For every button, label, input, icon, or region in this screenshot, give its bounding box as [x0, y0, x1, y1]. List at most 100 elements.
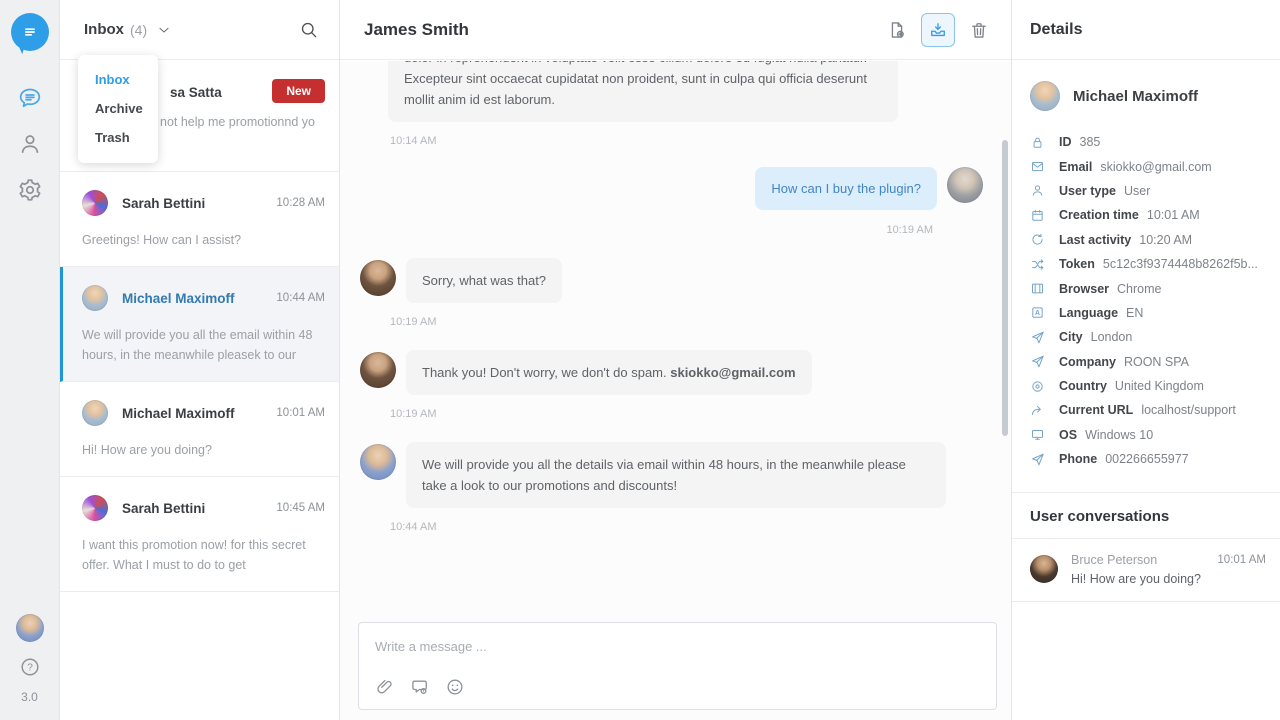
message-row-incoming: Thank you! Don't worry, we don't do spam…	[360, 350, 1011, 395]
message-email: skiokko@gmail.com	[670, 365, 795, 380]
saved-replies-icon[interactable]	[410, 677, 430, 697]
app-logo-icon	[11, 13, 49, 51]
conversation-time: 10:01 AM	[276, 407, 325, 419]
emoji-icon[interactable]	[445, 677, 465, 697]
conversation-name: Sarah Bettini	[122, 196, 205, 211]
user-icon	[17, 131, 43, 157]
attachment-icon[interactable]	[375, 677, 395, 697]
avatar	[82, 495, 108, 521]
user-detail-fields: ID385 Emailskiokko@gmail.com User typeUs…	[1012, 111, 1280, 471]
field-os: OSWindows 10	[1030, 423, 1270, 447]
scrollbar-thumb[interactable]	[1002, 140, 1008, 436]
profile-name: Michael Maximoff	[1073, 88, 1198, 105]
message-bubble: We will provide you all the details via …	[406, 442, 946, 508]
nav-contacts[interactable]	[17, 131, 43, 157]
send-icon	[1030, 354, 1045, 369]
message-bubble: Thank you! Don't worry, we don't do spam…	[406, 350, 812, 395]
field-value: 002266655977	[1105, 452, 1188, 466]
conversation-snippet: Hi! How are you doing?	[1071, 572, 1266, 586]
avatar	[1030, 81, 1060, 111]
details-panel: Details Michael Maximoff ID385 Email skio…	[1012, 0, 1280, 720]
field-value: User	[1124, 184, 1150, 198]
composer-toolbar	[375, 677, 465, 697]
current-agent-avatar[interactable]	[16, 614, 44, 642]
field-label: Phone	[1059, 452, 1097, 466]
message-time: 10:19 AM	[390, 316, 1011, 328]
message-row-outgoing: How can I buy the plugin?	[340, 167, 1011, 210]
user-conversation-item[interactable]: Bruce Peterson 10:01 AM Hi! How are you …	[1012, 539, 1280, 602]
avatar	[947, 167, 983, 203]
field-browser: BrowserChrome	[1030, 276, 1270, 300]
field-label: ID	[1059, 135, 1072, 149]
conversation-time: 10:28 AM	[276, 197, 325, 209]
chat-panel: James Smith dolor in reprehenderit in vo…	[340, 0, 1012, 720]
conversation-snippet: not help me promotionnd yo	[160, 115, 315, 129]
field-email: Email skiokko@gmail.com	[1030, 154, 1270, 178]
conversations-panel: Inbox (4) Inbox Archive Trash sa Satta N…	[60, 0, 340, 720]
conversation-name: Michael Maximoff	[122, 291, 235, 306]
search-icon[interactable]	[299, 20, 319, 40]
field-company: CompanyROON SPA	[1030, 350, 1270, 374]
message-input[interactable]	[359, 623, 996, 654]
folder-dropdown-menu: Inbox Archive Trash	[78, 55, 158, 163]
field-label: Current URL	[1059, 403, 1133, 417]
gear-icon	[17, 177, 43, 203]
conversation-time: 10:01 AM	[1217, 554, 1266, 566]
field-value: localhost/support	[1141, 403, 1236, 417]
mail-icon	[1030, 159, 1045, 174]
field-label: Email	[1059, 160, 1092, 174]
conversation-name: Sarah Bettini	[122, 501, 205, 516]
user-profile: Michael Maximoff	[1012, 60, 1280, 111]
conversation-list-item[interactable]: Michael Maximoff 10:01 AM Hi! How are yo…	[60, 382, 339, 477]
dropdown-item-trash[interactable]: Trash	[78, 122, 158, 151]
folder-selector-label[interactable]: Inbox	[84, 21, 124, 38]
shuffle-icon	[1030, 257, 1045, 272]
avatar	[360, 352, 396, 388]
avatar	[360, 444, 396, 480]
chat-title: James Smith	[364, 20, 469, 40]
field-city: CityLondon	[1030, 325, 1270, 349]
add-file-icon[interactable]	[887, 20, 907, 40]
language-icon	[1030, 305, 1045, 320]
conversation-snippet: Greetings! How can I assist?	[82, 230, 325, 250]
archive-download-icon	[928, 20, 948, 40]
pin-icon	[1030, 379, 1045, 394]
dropdown-item-inbox[interactable]: Inbox	[78, 64, 158, 93]
conversation-snippet: I want this promotion now! for this secr…	[82, 535, 325, 575]
conversation-list-item-selected[interactable]: Michael Maximoff 10:44 AM We will provid…	[60, 267, 339, 382]
message-text: Thank you! Don't worry, we don't do spam…	[422, 365, 670, 380]
lock-icon	[1030, 135, 1045, 150]
field-label: Country	[1059, 379, 1107, 393]
conversation-name: Michael Maximoff	[122, 406, 235, 421]
message-time: 10:19 AM	[390, 408, 1011, 420]
nav-settings[interactable]	[17, 177, 43, 203]
field-token: Token5c12c3f9374448b8262f5b...	[1030, 252, 1270, 276]
field-label: OS	[1059, 428, 1077, 442]
dropdown-item-archive[interactable]: Archive	[78, 93, 158, 122]
chat-actions	[887, 13, 989, 47]
field-label: City	[1059, 330, 1083, 344]
field-value: Chrome	[1117, 282, 1161, 296]
conversation-list-item[interactable]: Sarah Bettini 10:45 AM I want this promo…	[60, 477, 339, 592]
refresh-icon	[1030, 232, 1045, 247]
conversations-header: Inbox (4)	[60, 0, 339, 60]
details-title: Details	[1030, 21, 1082, 39]
message-bubble: How can I buy the plugin?	[755, 167, 937, 210]
user-conversations-section: User conversations Bruce Peterson 10:01 …	[1012, 492, 1280, 602]
trash-icon[interactable]	[969, 20, 989, 40]
field-label: Last activity	[1059, 233, 1131, 247]
archive-button[interactable]	[921, 13, 955, 47]
share-icon	[1030, 403, 1045, 418]
field-label: Token	[1059, 257, 1095, 271]
conversation-list-item[interactable]: Sarah Bettini 10:28 AM Greetings! How ca…	[60, 172, 339, 267]
field-id: ID385	[1030, 130, 1270, 154]
support-chat-app: 3.0 Inbox (4) Inbox Archive Trash sa Sat…	[0, 0, 1280, 720]
field-value: skiokko@gmail.com	[1100, 160, 1211, 174]
user-conversations-title: User conversations	[1012, 493, 1280, 539]
help-icon[interactable]	[19, 656, 41, 678]
monitor-icon	[1030, 427, 1045, 442]
conversation-snippet: Hi! How are you doing?	[82, 440, 325, 460]
nav-conversations[interactable]	[17, 85, 43, 111]
chevron-down-icon[interactable]	[156, 22, 172, 38]
conversation-snippet: We will provide you all the email within…	[82, 325, 325, 365]
